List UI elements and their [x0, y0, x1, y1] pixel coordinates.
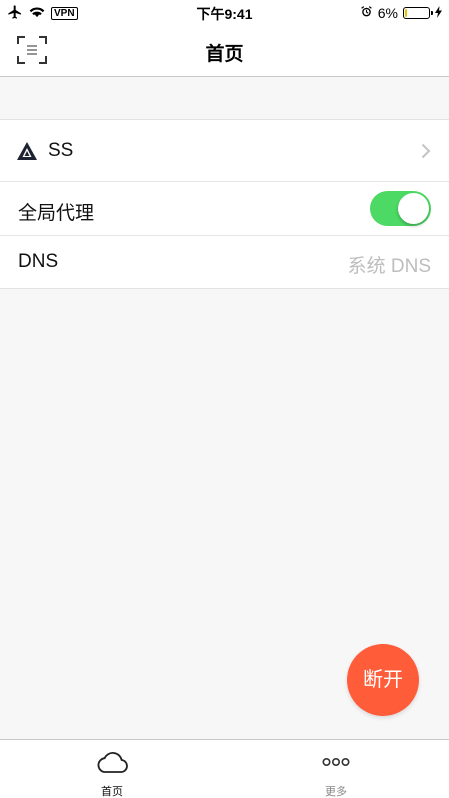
- tab-more-label: 更多: [325, 786, 347, 798]
- dns-label: DNS: [18, 251, 59, 272]
- app-screen: VPN 下午9:41 6% 首页 SS 全局代理 DNS 系统 DNS 断开 首…: [0, 0, 449, 798]
- status-bar: VPN 下午9:41 6%: [0, 0, 449, 26]
- more-icon: [322, 750, 350, 779]
- server-row[interactable]: SS: [0, 120, 449, 182]
- toggle-knob: [398, 193, 429, 224]
- charging-bolt-icon: [435, 5, 442, 21]
- server-label: SS: [48, 140, 74, 161]
- alarm-icon: [360, 5, 373, 21]
- tab-more-icon-wrap: [224, 750, 448, 779]
- global-proxy-label: 全局代理: [18, 203, 95, 224]
- tab-home-label: 首页: [101, 786, 123, 798]
- tab-more[interactable]: 更多: [224, 740, 448, 798]
- chevron-right-icon: [421, 143, 431, 164]
- global-proxy-toggle[interactable]: [370, 191, 431, 226]
- nav-bar: 首页: [0, 26, 449, 77]
- battery-cap: [431, 11, 433, 15]
- server-logo-icon: [17, 142, 37, 165]
- tab-home-icon-wrap: [0, 750, 224, 779]
- dns-value: 系统 DNS: [347, 256, 431, 277]
- tab-home[interactable]: 首页: [0, 740, 224, 798]
- dns-row[interactable]: DNS 系统 DNS: [0, 236, 449, 288]
- global-proxy-row: 全局代理: [0, 182, 449, 236]
- tab-bar: 首页 更多: [0, 739, 449, 798]
- page-title: 首页: [205, 44, 244, 65]
- battery-percent: 6%: [377, 5, 398, 21]
- battery-icon: [403, 7, 433, 19]
- status-right: 6%: [360, 3, 442, 23]
- settings-list: SS 全局代理 DNS 系统 DNS: [0, 119, 449, 289]
- cloud-icon: [96, 750, 128, 779]
- battery-fill: [405, 9, 407, 17]
- disconnect-button[interactable]: 断开: [347, 644, 419, 716]
